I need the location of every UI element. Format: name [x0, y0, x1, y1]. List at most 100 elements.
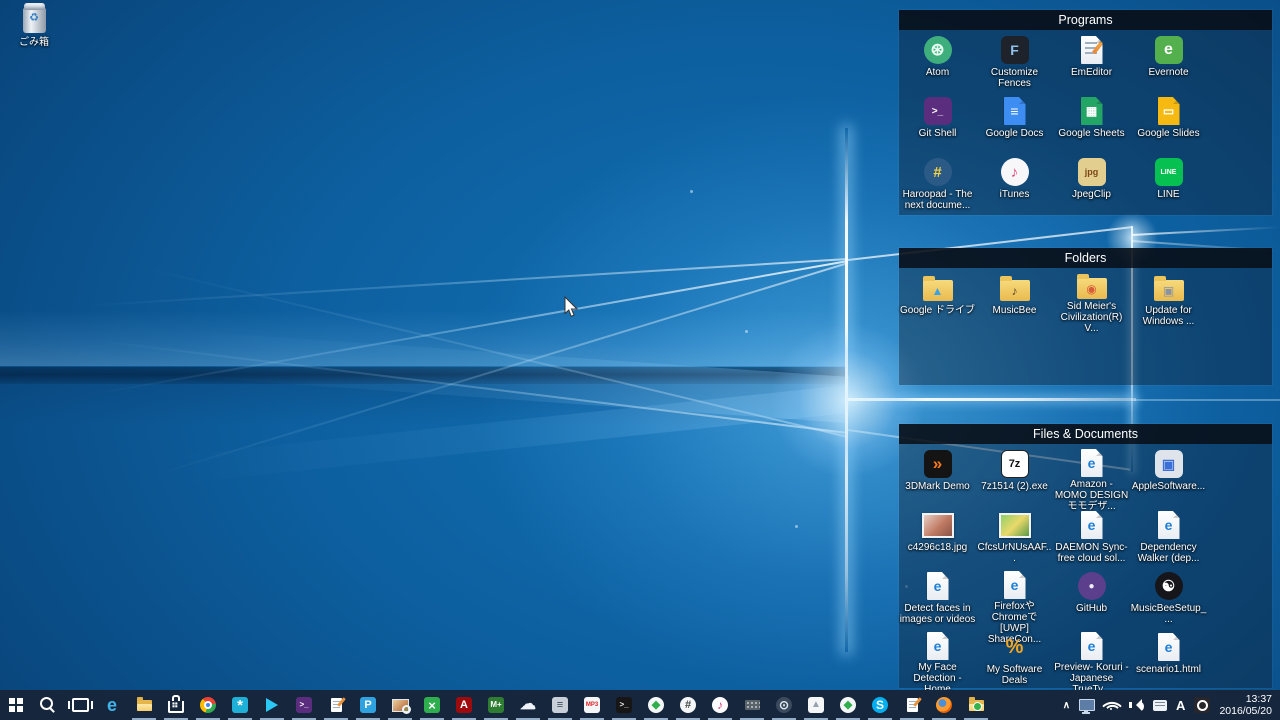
network-monitor-icon[interactable]: [1079, 699, 1096, 713]
wifi-icon[interactable]: [1102, 695, 1122, 716]
taskbar-button-photos-app[interactable]: ▲: [800, 690, 832, 720]
eg: e: [933, 578, 942, 594]
desktop-icon-c4296c18-jpg[interactable]: c4296c18.jpg: [899, 505, 976, 566]
sparkle: [690, 190, 693, 193]
desktop-icon-git-shell[interactable]: >_ Git Shell: [899, 91, 976, 152]
icon-label: Evernote: [1148, 67, 1189, 78]
k-sq: >_: [923, 97, 952, 125]
desktop-icon-preview-koruri-html[interactable]: ePreview- Koruri - Japanese TrueTy...: [1053, 627, 1130, 695]
recycle-bin[interactable]: ♻ ごみ箱: [6, 3, 62, 48]
fence-title-files-documents[interactable]: Files & Documents: [899, 424, 1272, 444]
taskbar-button-google-play[interactable]: [256, 690, 288, 720]
taskbar-button-photo-viewer[interactable]: [384, 690, 416, 720]
desktop-icon-google-drive-folder[interactable]: ▲ Google ドライブ: [899, 268, 976, 329]
taskbar-button-m-plus-app[interactable]: M+: [480, 690, 512, 720]
desktop-icon-itunes[interactable]: ♪ iTunes: [976, 152, 1053, 213]
taskbar-clock[interactable]: 13:37 2016/05/20: [1219, 693, 1272, 717]
taskbar-button-mp3tag[interactable]: MP3: [576, 690, 608, 720]
green-gem-app-icon: ◆: [648, 697, 664, 713]
desktop-icon-google-docs[interactable]: ≡ Google Docs: [976, 91, 1053, 152]
k-folder: ▲: [922, 276, 953, 301]
desktop-icon-detect-faces-html[interactable]: e Detect faces in images or videos: [899, 566, 976, 627]
taskbar-button-edge[interactable]: e: [96, 690, 128, 720]
taskbar-button-green-gem-app-2[interactable]: ◆: [832, 690, 864, 720]
desktop-icon-customize-fences[interactable]: F Customize Fences: [976, 30, 1053, 91]
taskbar-button-green-x-app[interactable]: ×: [416, 690, 448, 720]
taskbar-button-skype[interactable]: S: [864, 690, 896, 720]
desktop-icon-musicbee-folder[interactable]: ♪ MusicBee: [976, 268, 1053, 329]
desktop-icon-musicbee-setup[interactable]: ☯ MusicBeeSetup_...: [1130, 566, 1207, 627]
eg: e: [1164, 639, 1173, 655]
taskbar-button-gray-text-tool[interactable]: ≡: [544, 690, 576, 720]
desktop-icon-my-face-detection-html[interactable]: eMy Face Detection - Home: [899, 627, 976, 695]
taskbar-button-emeditor[interactable]: [320, 690, 352, 720]
taskbar-button-chrome[interactable]: [192, 690, 224, 720]
taskbar-button-start-button[interactable]: [0, 690, 32, 720]
taskbar-button-green-gem-app[interactable]: ◆: [640, 690, 672, 720]
desktop-icon-civilization-v-folder[interactable]: ◉ Sid Meier's Civilization(R) V...: [1053, 268, 1130, 334]
taskbar-button-search-button[interactable]: [32, 690, 64, 720]
k-sq: ⊛: [923, 36, 952, 64]
desktop-icon-haroopad[interactable]: # Haroopad - The next docume...: [899, 152, 976, 213]
evernote-icon: e: [1154, 35, 1183, 65]
desktop-icon-apple-software-update[interactable]: ▣ AppleSoftware...: [1130, 444, 1207, 505]
desktop-icon-evernote[interactable]: e Evernote: [1130, 30, 1207, 91]
desktop-icon-line[interactable]: LINE LINE: [1130, 152, 1207, 213]
taskbar-button-itunes[interactable]: ♪: [704, 690, 736, 720]
ime-mode-indicator[interactable]: A: [1176, 698, 1185, 713]
taskbar-button-pocket-app[interactable]: P: [352, 690, 384, 720]
desktop-icon-my-software-deals[interactable]: % My Software Deals: [976, 627, 1053, 688]
fence-title-folders[interactable]: Folders: [899, 248, 1272, 268]
taskbar-button-notepad-app[interactable]: [896, 690, 928, 720]
taskbar-button-command-prompt[interactable]: >_: [608, 690, 640, 720]
update-for-windows-folder-icon: ▣: [1153, 273, 1184, 303]
desktop-icon-3dmark-demo[interactable]: » 3DMark Demo: [899, 444, 976, 505]
taskbar-button-firefox[interactable]: [928, 690, 960, 720]
icon-label: c4296c18.jpg: [907, 542, 968, 553]
taskbar-button-onedrive[interactable]: ☁: [512, 690, 544, 720]
desktop-icon-google-slides[interactable]: ▭ Google Slides: [1130, 91, 1207, 152]
eg: e: [1164, 517, 1173, 533]
desktop-icon-firefox-chrome-sharecon-html[interactable]: e FirefoxやChromeで [UWP] ShareCon...: [976, 566, 1053, 645]
desktop-icon-update-for-windows-folder[interactable]: ▣ Update for Windows ...: [1130, 268, 1207, 329]
taskbar-button-git-shell[interactable]: >_: [288, 690, 320, 720]
taskbar-button-keyboard-app[interactable]: [736, 690, 768, 720]
k-sq: e: [1154, 36, 1183, 64]
k-pagec: ▭: [1157, 97, 1180, 125]
taskbar-button-steam[interactable]: ⊙: [768, 690, 800, 720]
desktop-icon-amazon-momo-html[interactable]: e Amazon - MOMO DESIGN モモデザ...: [1053, 444, 1130, 512]
desktop-icon-scenario1-html[interactable]: e scenario1.html: [1130, 627, 1207, 688]
taskbar-button-file-explorer[interactable]: [128, 690, 160, 720]
desktop-icon-emeditor[interactable]: EmEditor: [1053, 30, 1130, 91]
fence-title-programs[interactable]: Programs: [899, 10, 1272, 30]
preview-koruri-html-icon: e: [1080, 632, 1103, 660]
desktop-icon-atom[interactable]: ⊛ Atom: [899, 30, 976, 91]
ime-icon[interactable]: [1194, 697, 1211, 713]
desktop-icon-dependency-walker-html[interactable]: e Dependency Walker (dep...: [1130, 505, 1207, 566]
cfcsurnusaaf-image-icon: [998, 510, 1031, 540]
desktop-icon-daemon-sync-html[interactable]: e DAEMON Sync- free cloud sol...: [1053, 505, 1130, 566]
k-pagec: ≡: [1003, 97, 1026, 125]
k-folder: ▣: [1153, 276, 1184, 301]
taskbar-button-adobe-reader[interactable]: A: [448, 690, 480, 720]
k-page: e: [926, 572, 949, 600]
ime-pad-icon[interactable]: [1153, 699, 1168, 711]
light-ray: [0, 258, 849, 315]
desktop-icon-7z-installer[interactable]: 7z 7z1514 (2).exe: [976, 444, 1053, 505]
tray-overflow-chevron-icon[interactable]: ∧: [1063, 700, 1070, 711]
edge-icon: e: [106, 695, 117, 715]
taskbar-button-windows-store[interactable]: [160, 690, 192, 720]
taskbar-button-task-view-button[interactable]: [64, 690, 96, 720]
sparkle: [745, 330, 748, 333]
desktop-icon-cfcsurnusaaf-image[interactable]: CfcsUrNUsAAF...: [976, 505, 1053, 566]
taskbar-button-app-folder[interactable]: [960, 690, 992, 720]
taskbar-button-photoscape[interactable]: *: [224, 690, 256, 720]
arc: [1133, 701, 1145, 712]
taskbar-button-hash-app[interactable]: #: [672, 690, 704, 720]
volume-icon[interactable]: [1129, 699, 1145, 712]
k-sq: ♪: [1000, 158, 1029, 186]
desktop-icon-jpegclip[interactable]: jpg JpegClip: [1053, 152, 1130, 213]
desktop-icon-google-sheets[interactable]: ▦ Google Sheets: [1053, 91, 1130, 152]
google-slides-icon: ▭: [1157, 96, 1180, 126]
desktop-icon-github[interactable]: ● GitHub: [1053, 566, 1130, 627]
